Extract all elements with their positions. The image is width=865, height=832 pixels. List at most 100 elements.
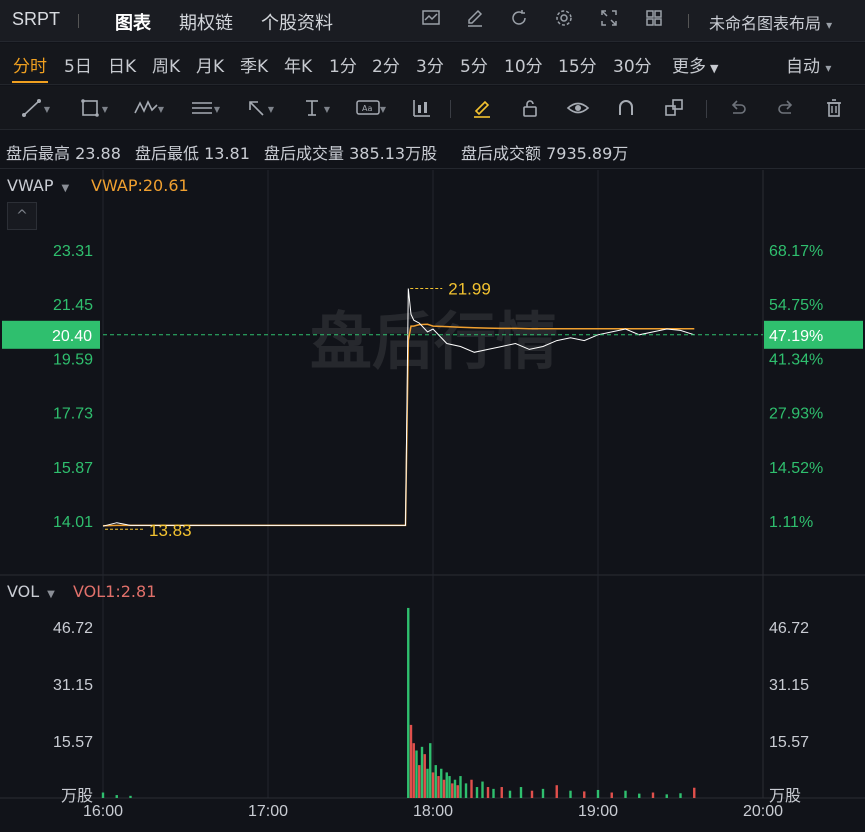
visibility-icon[interactable] (560, 93, 596, 123)
edit-icon[interactable] (462, 8, 488, 34)
pattern-tool-icon[interactable]: ▼ (128, 93, 164, 123)
lock-icon[interactable] (512, 93, 548, 123)
volume-bar (431, 772, 435, 798)
chart-icon[interactable] (418, 8, 444, 34)
interval-5d[interactable]: 5日 (64, 52, 92, 77)
measure-tool-icon[interactable] (404, 93, 440, 123)
chevron-down-icon: ▾ (825, 61, 832, 75)
magnet-icon[interactable] (608, 93, 644, 123)
amount-value: 7935.89万 (546, 144, 629, 163)
volume-bar (418, 765, 421, 798)
divider (78, 14, 79, 28)
interval-yearly[interactable]: 年K (284, 52, 312, 77)
rectangle-tool-icon[interactable]: ▼ (72, 93, 108, 123)
interval-quarterly[interactable]: 季K (240, 52, 268, 77)
low-label: 盘后最低 (135, 144, 200, 163)
volume-bar (409, 724, 413, 798)
interval-5m[interactable]: 5分 (460, 52, 488, 77)
volume-bar (101, 792, 105, 798)
percent-tick-label: 1.11% (769, 514, 813, 531)
amount-label: 盘后成交额 (461, 144, 542, 163)
volume-bar (437, 776, 440, 798)
volume-bar (492, 788, 495, 798)
chevron-down-icon: ▾ (826, 18, 833, 32)
interval-intraday[interactable]: 分时 (13, 52, 47, 77)
volume-bar (415, 750, 418, 798)
interval-15m[interactable]: 15分 (558, 52, 597, 77)
ticker-symbol[interactable]: SRPT (12, 9, 60, 30)
interval-daily[interactable]: 日K (108, 52, 136, 77)
scale-mode-selector[interactable]: 自动 ▾ (786, 52, 831, 77)
volume-bar (596, 789, 600, 798)
interval-3m[interactable]: 3分 (416, 52, 444, 77)
refresh-icon[interactable] (506, 8, 532, 34)
volume-bar (407, 607, 410, 798)
price-indicator-selector[interactable]: VWAP ▼ (7, 176, 69, 195)
after-hours-volume: 盘后成交量 385.13万股 (264, 140, 437, 164)
chevron-down-icon: ▼ (710, 62, 719, 75)
volume-bar (470, 779, 473, 798)
group-icon[interactable] (656, 93, 692, 123)
interval-10m[interactable]: 10分 (504, 52, 543, 77)
percent-tick-label: 14.52% (769, 460, 823, 477)
chart-area[interactable]: 23.31 21.45 19.59 17.73 15.87 14.01 68.17% 54.7… (0, 170, 865, 832)
interval-30m[interactable]: 30分 (613, 52, 652, 77)
volume-bar (426, 768, 429, 798)
vwap-value: VWAP:20.61 (91, 176, 189, 195)
highlighter-icon[interactable] (464, 93, 500, 123)
interval-2m[interactable]: 2分 (372, 52, 400, 77)
volume-bar (423, 754, 426, 798)
layout-selector[interactable]: 未命名图表布局 ▾ (709, 10, 832, 34)
interval-more[interactable]: 更多 ▼ (672, 52, 718, 77)
volume-bar (434, 765, 437, 798)
volume-bar (456, 785, 459, 798)
volume-indicator-selector[interactable]: VOL ▼ (7, 582, 55, 601)
active-interval-indicator (12, 81, 48, 83)
line-tool-icon[interactable]: ▼ (14, 93, 50, 123)
time-axis-label: 20:00 (743, 803, 783, 820)
current-price-value: 20.40 (52, 328, 92, 345)
trash-icon[interactable] (816, 93, 852, 123)
volume-bar (475, 787, 479, 798)
text-tool-icon[interactable]: ▼ (294, 93, 330, 123)
price-tick-label: 15.87 (53, 460, 93, 477)
chevron-down-icon: ▼ (61, 183, 70, 194)
volume-bar (583, 791, 586, 798)
volume-bar (412, 743, 415, 798)
drawing-toolbar: ▼ ▼ ▼ ▼ ▼ ▼ Aa ▼ (0, 86, 865, 130)
volume-bar (610, 792, 613, 798)
collapse-panel-button[interactable]: ^ (7, 202, 37, 230)
undo-icon[interactable] (720, 93, 756, 123)
tab-chart[interactable]: 图表 (115, 9, 151, 35)
interval-weekly[interactable]: 周K (152, 52, 180, 77)
volume-bar (440, 768, 443, 798)
interval-monthly[interactable]: 月K (196, 52, 224, 77)
max-price-label: 21.99 (448, 279, 491, 298)
grid-layout-icon[interactable] (641, 8, 667, 34)
fullscreen-icon[interactable] (596, 8, 622, 34)
scale-mode-label: 自动 (786, 57, 820, 77)
volume-bar (448, 776, 451, 798)
volume-bar (420, 746, 424, 798)
volume-indicator-name: VOL (7, 582, 40, 601)
layout-name-label: 未命名图表布局 (709, 14, 822, 33)
fibonacci-tool-icon[interactable]: ▼ (184, 93, 220, 123)
annotation-tool-icon[interactable]: Aa ▼ (350, 93, 386, 123)
price-tick-label: 17.73 (53, 406, 93, 423)
volume-value: 385.13万股 (349, 144, 438, 163)
after-hours-info-bar: 盘后最高 23.88 盘后最低 13.81 盘后成交量 385.13万股 盘后成… (0, 131, 865, 169)
volume-bar (541, 788, 545, 798)
divider (688, 14, 689, 28)
time-axis-label: 19:00 (578, 803, 618, 820)
tab-option-chain[interactable]: 期权链 (179, 9, 233, 35)
settings-icon[interactable] (551, 8, 577, 34)
chart-canvas[interactable]: 23.31 21.45 19.59 17.73 15.87 14.01 68.17% 54.7… (0, 170, 865, 832)
tab-stock-profile[interactable]: 个股资料 (261, 9, 333, 35)
arrow-tool-icon[interactable]: ▼ (238, 93, 274, 123)
volume-bar (530, 790, 534, 798)
time-axis-label: 18:00 (413, 803, 453, 820)
redo-icon[interactable] (768, 93, 804, 123)
divider (706, 100, 707, 118)
interval-1m[interactable]: 1分 (329, 52, 357, 77)
volume-bar (442, 779, 446, 798)
